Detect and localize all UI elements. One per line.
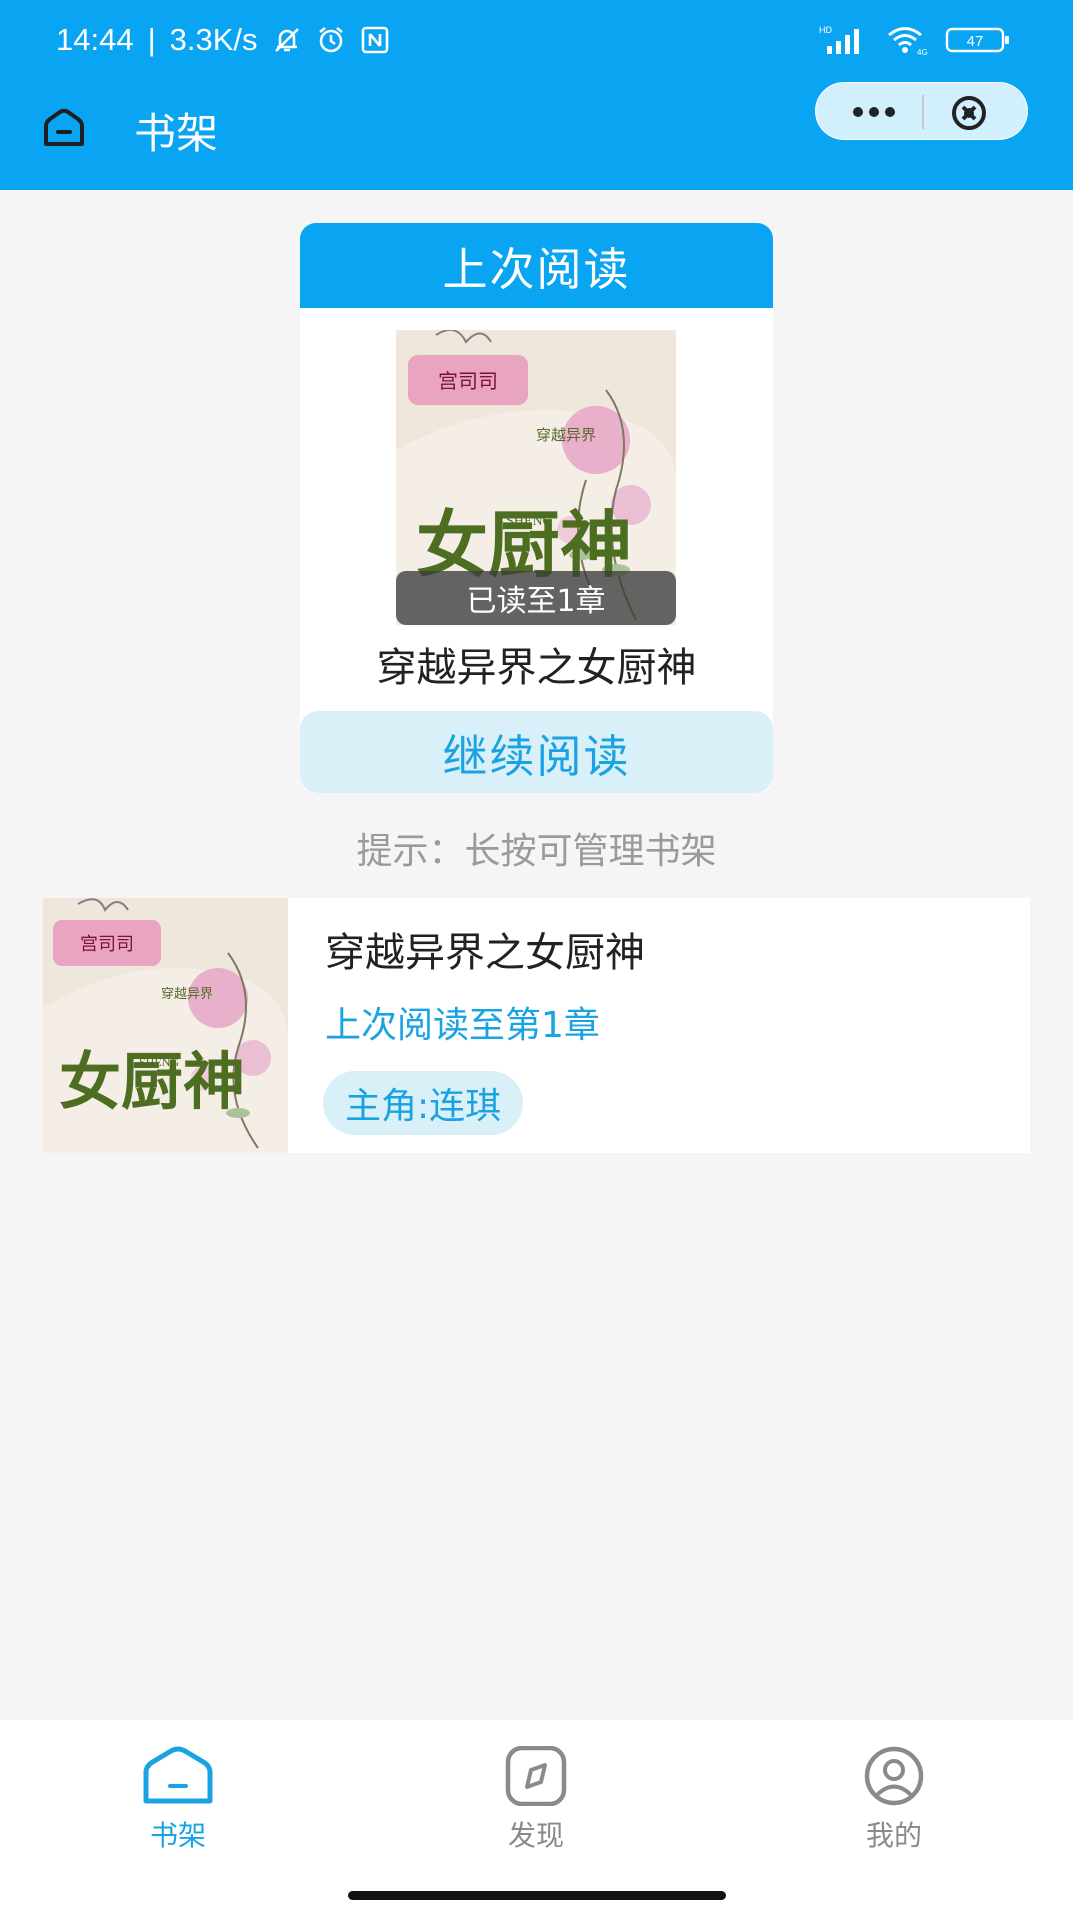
capsule-divider xyxy=(922,95,924,129)
tab-bookshelf[interactable]: 书架 xyxy=(108,1746,248,1854)
cover-badge-text: 宫司司 xyxy=(438,369,498,393)
shelf-book-item[interactable]: 宫司司 穿越异界 女厨神 SHENG 穿越异界之女厨神 上次阅读至第1章 主角:… xyxy=(43,898,1030,1153)
last-read-card: 上次阅读 宫司司 穿越异界 女厨神 SHENG 已读至1章 穿越异界之女厨神 继… xyxy=(300,223,773,793)
status-right: HD 4G 47 xyxy=(819,20,1011,60)
app-header: 14:44 | 3.3K/s HD 4G 47 书架 xyxy=(0,0,1073,190)
nfc-icon xyxy=(361,26,388,54)
shelf-cover-side-text: 穿越异界 xyxy=(161,986,213,1002)
compass-tab-icon xyxy=(505,1746,567,1806)
tab-discover-label: 发现 xyxy=(507,1819,564,1852)
last-read-header: 上次阅读 xyxy=(300,223,773,308)
mute-bell-icon xyxy=(274,28,299,52)
profile-tab-icon xyxy=(864,1746,924,1806)
cover-latin-text: SHENG xyxy=(506,514,553,529)
wifi-icon: 4G xyxy=(888,27,928,56)
close-circle-icon[interactable] xyxy=(949,93,989,133)
tab-mine-label: 我的 xyxy=(865,1819,922,1852)
shelf-book-last-read: 上次阅读至第1章 xyxy=(325,1005,600,1046)
home-icon[interactable] xyxy=(42,108,86,148)
shelf-book-title: 穿越异界之女厨神 xyxy=(325,930,645,976)
page-title: 书架 xyxy=(134,109,219,158)
last-read-book-title: 穿越异界之女厨神 xyxy=(376,645,697,691)
status-divider: | xyxy=(147,22,156,57)
shelf-cover-art: 宫司司 穿越异界 女厨神 SHENG xyxy=(43,898,288,1153)
status-bar: 14:44 | 3.3K/s HD 4G 47 xyxy=(0,0,1073,80)
status-time: 14:44 xyxy=(56,22,134,57)
status-net-speed: 3.3K/s xyxy=(169,22,258,57)
wifi-4g-label: 4G xyxy=(917,48,928,56)
shelf-cover-badge-text: 宫司司 xyxy=(80,934,134,955)
battery-icon: 47 xyxy=(945,27,1009,53)
tab-bookshelf-label: 书架 xyxy=(149,1819,206,1852)
more-dots-icon[interactable] xyxy=(846,99,902,125)
mini-program-capsule xyxy=(815,82,1028,140)
continue-reading-button[interactable]: 继续阅读 xyxy=(300,711,773,793)
shelf-book-cover: 宫司司 穿越异界 女厨神 SHENG xyxy=(43,898,288,1153)
protagonist-tag: 主角:连琪 xyxy=(323,1071,524,1135)
status-left: 14:44 | 3.3K/s xyxy=(56,18,390,62)
alarm-icon xyxy=(318,26,343,53)
tab-discover[interactable]: 发现 xyxy=(466,1746,606,1854)
shelf-cover-latin-text: SHENG xyxy=(139,1055,179,1069)
signal-icon: HD xyxy=(819,25,859,54)
tab-mine[interactable]: 我的 xyxy=(824,1746,964,1854)
battery-level: 47 xyxy=(967,33,984,50)
bookshelf-tab-icon xyxy=(143,1746,213,1804)
cover-side-text: 穿越异界 xyxy=(536,426,596,444)
read-progress-badge: 已读至1章 xyxy=(396,571,676,625)
shelf-tip: 提示：长按可管理书架 xyxy=(356,831,717,872)
bottom-tab-bar: 书架 发现 我的 xyxy=(0,1720,1073,1913)
hd-label: HD xyxy=(819,25,832,35)
home-indicator[interactable] xyxy=(348,1891,726,1900)
